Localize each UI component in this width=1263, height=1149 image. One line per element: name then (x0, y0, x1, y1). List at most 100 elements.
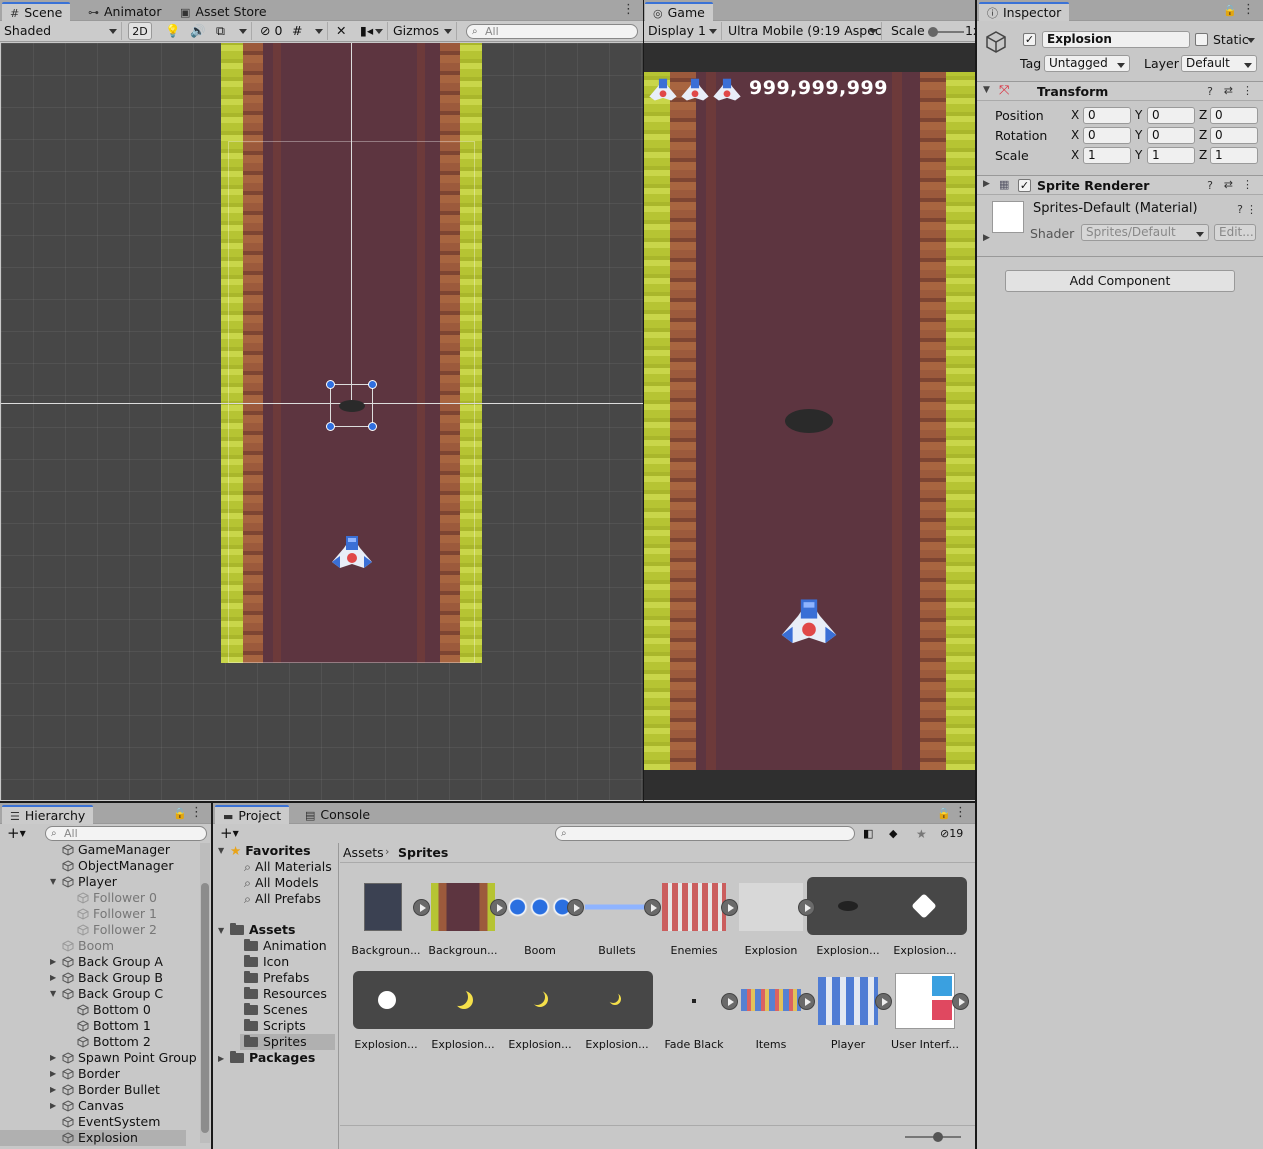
packages-folder[interactable]: Packages (230, 1050, 315, 1066)
scene-viewport[interactable] (1, 43, 643, 800)
effects-dropdown[interactable]: ⧉ (216, 22, 252, 40)
filter-type-icon[interactable]: ◧ (863, 825, 873, 843)
expand-arrow-icon[interactable]: ▼ (50, 986, 56, 1002)
folder-item[interactable]: Icon (244, 954, 339, 970)
hierarchy-item[interactable]: ▶ Border (0, 1066, 186, 1082)
tag-dropdown[interactable]: Untagged (1044, 55, 1130, 72)
2d-toggle-button[interactable]: 2D (128, 22, 152, 40)
tab-hierarchy[interactable]: ☰ Hierarchy (2, 805, 94, 824)
hierarchy-item[interactable]: Bottom 1 (0, 1018, 186, 1034)
folder-item[interactable]: Scripts (244, 1018, 339, 1034)
static-dropdown[interactable]: Static (1213, 31, 1259, 49)
game-viewport[interactable]: 999,999,999 (644, 43, 975, 800)
help-icon[interactable]: ? (1207, 85, 1213, 98)
expand-arrow-icon[interactable]: ▶ (50, 1098, 56, 1114)
kebab-menu-icon[interactable]: ⋮ (1242, 3, 1255, 17)
assets-folder[interactable]: Assets (230, 922, 295, 938)
rotation-z-field[interactable]: 0 (1210, 127, 1258, 144)
asset-item[interactable]: Explosion... (812, 877, 884, 967)
sprite-renderer-enabled-checkbox[interactable]: ✓ (1018, 179, 1031, 192)
hierarchy-item[interactable]: Bottom 2 (0, 1034, 186, 1050)
expand-arrow-icon[interactable]: ▼ (983, 85, 990, 95)
hierarchy-item[interactable]: ▶ Border Bullet (0, 1082, 186, 1098)
rotation-y-field[interactable]: 0 (1147, 127, 1195, 144)
asset-item[interactable]: Explosion... (504, 971, 576, 1061)
position-y-field[interactable]: 0 (1147, 107, 1195, 124)
asset-item[interactable]: Explosion (735, 877, 807, 967)
audio-icon[interactable]: 🔊 (190, 22, 206, 40)
breadcrumb-assets[interactable]: Assets (343, 845, 384, 860)
expand-arrow-icon[interactable]: ▼ (218, 923, 224, 939)
hierarchy-item[interactable]: ▼ Player (0, 874, 186, 890)
object-name-field[interactable]: Explosion (1042, 31, 1190, 48)
visibility-icon[interactable]: ⊘ 0 (260, 22, 282, 40)
help-icon[interactable]: ? (1207, 179, 1213, 192)
asset-item[interactable]: Explosion... (350, 971, 422, 1061)
tab-asset-store[interactable]: ▣ Asset Store (172, 2, 275, 21)
hierarchy-item[interactable]: Explosion (0, 1130, 186, 1146)
folder-item[interactable]: Animation (244, 938, 339, 954)
display-dropdown[interactable]: Display 1 (648, 22, 722, 40)
aspect-dropdown[interactable]: Ultra Mobile (9:19 Aspect) (728, 22, 882, 40)
expand-arrow-icon[interactable]: ▶ (50, 954, 56, 970)
hierarchy-item[interactable]: EventSystem (0, 1114, 186, 1130)
lock-icon[interactable]: 🔒 (173, 807, 187, 820)
gizmos-dropdown[interactable]: Gizmos (393, 22, 457, 40)
folder-item[interactable]: Sprites (240, 1034, 335, 1050)
asset-item[interactable]: Enemies (658, 877, 730, 967)
static-checkbox[interactable] (1195, 33, 1208, 46)
hierarchy-item[interactable]: ▶ Back Group B (0, 970, 186, 986)
material-expand-icon[interactable]: ▶ (983, 233, 990, 243)
favorite-star-icon[interactable]: ★ (916, 825, 927, 843)
filter-label-icon[interactable]: ◆ (889, 825, 897, 843)
selection-rect[interactable] (326, 380, 377, 431)
scale-z-field[interactable]: 1 (1210, 147, 1258, 164)
position-z-field[interactable]: 0 (1210, 107, 1258, 124)
favorites-header[interactable]: ★ Favorites (230, 843, 311, 859)
expand-arrow-icon[interactable]: ▶ (50, 970, 56, 986)
lock-icon[interactable]: 🔒 (937, 807, 951, 820)
resize-handle-tr[interactable] (368, 380, 377, 389)
scale-slider[interactable] (928, 27, 964, 37)
expand-arrow-icon[interactable]: ▶ (218, 1051, 224, 1067)
hierarchy-item[interactable]: Follower 2 (0, 922, 186, 938)
folder-item[interactable]: Resources (244, 986, 339, 1002)
asset-item[interactable]: Backgroun... (350, 877, 422, 967)
expand-arrow-icon[interactable]: ▶ (983, 179, 990, 189)
hierarchy-scrollbar[interactable] (200, 843, 210, 1143)
resize-handle-bl[interactable] (326, 422, 335, 431)
asset-item[interactable]: Boom (504, 877, 576, 967)
kebab-menu-icon[interactable]: ⋮ (1242, 178, 1253, 191)
rotation-x-field[interactable]: 0 (1083, 127, 1131, 144)
expand-arrow-icon[interactable]: ▶ (50, 1082, 56, 1098)
position-x-field[interactable]: 0 (1083, 107, 1131, 124)
shader-edit-button[interactable]: Edit... (1214, 224, 1256, 241)
asset-item[interactable]: Bullets (581, 877, 653, 967)
asset-item[interactable]: Backgroun... (427, 877, 499, 967)
resize-handle-br[interactable] (368, 422, 377, 431)
asset-item[interactable]: Explosion... (427, 971, 499, 1061)
active-checkbox[interactable]: ✓ (1023, 33, 1036, 46)
tab-scene[interactable]: # Scene (2, 2, 71, 21)
lighting-icon[interactable]: 💡 (165, 22, 181, 40)
favorite-all-materials[interactable]: ⌕ All Materials (244, 859, 332, 875)
resize-handle-tl[interactable] (326, 380, 335, 389)
asset-item[interactable]: Items (735, 971, 807, 1061)
kebab-menu-icon[interactable]: ⋮ (954, 806, 967, 820)
preset-icon[interactable]: ⇄ (1224, 84, 1233, 97)
tab-console[interactable]: ▤ Console (297, 805, 378, 824)
transform-header[interactable]: ▼ ⤧ Transform ? ⇄ ⋮ (977, 81, 1263, 101)
hierarchy-item[interactable]: ▶ Back Group A (0, 954, 186, 970)
asset-item[interactable]: Player (812, 971, 884, 1061)
sprite-renderer-header[interactable]: ▶ ▦ ✓ Sprite Renderer ? ⇄ ⋮ (977, 175, 1263, 195)
asset-item[interactable]: Explosion... (889, 877, 961, 967)
grid-dropdown[interactable]: # (292, 22, 328, 40)
help-icon[interactable]: ? (1237, 203, 1243, 216)
favorite-all-models[interactable]: ⌕ All Models (244, 875, 319, 891)
hierarchy-search-input[interactable]: All (45, 826, 207, 841)
expand-arrow-icon[interactable]: ▼ (50, 874, 56, 890)
kebab-menu-icon[interactable]: ⋮ (1242, 84, 1253, 97)
hierarchy-item[interactable]: Bottom 0 (0, 1002, 186, 1018)
scale-y-field[interactable]: 1 (1147, 147, 1195, 164)
expand-arrow-icon[interactable]: ▶ (50, 1066, 56, 1082)
